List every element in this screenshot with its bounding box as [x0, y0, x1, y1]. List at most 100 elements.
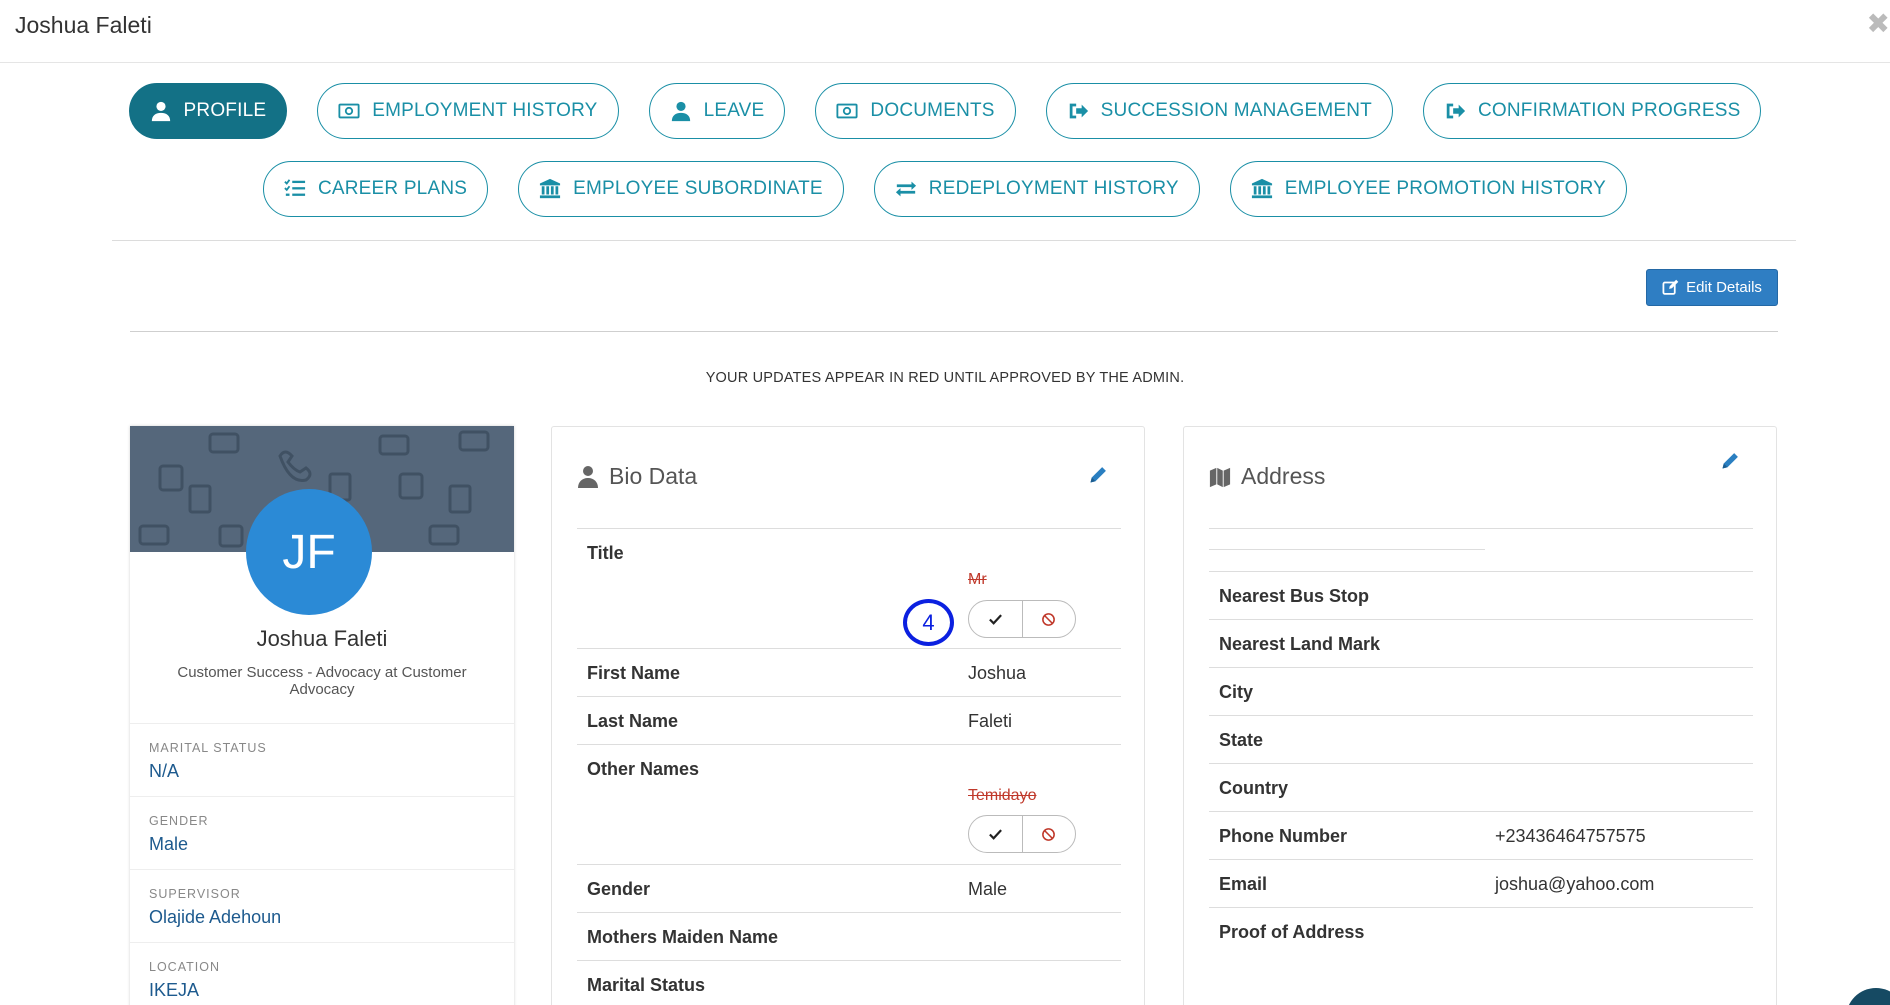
- address-row-nearest-bus-stop: Nearest Bus Stop: [1209, 571, 1753, 619]
- annotation-badge: 4: [903, 599, 954, 646]
- avatar: JF: [246, 489, 372, 615]
- exchange-icon: [895, 181, 916, 197]
- row-value: Joshua: [968, 663, 1027, 683]
- row-label: City: [1219, 682, 1254, 702]
- ban-icon: [1042, 827, 1056, 841]
- bio-row-gender: Gender Male: [577, 864, 1121, 912]
- bio-row-first-name: First Name Joshua: [577, 648, 1121, 696]
- profile-field-gender: GENDER Male: [130, 796, 514, 869]
- tab-profile[interactable]: PROFILE: [128, 83, 288, 139]
- tabs-row-secondary: CAREER PLANS EMPLOYEE SUBORDINATE REDEPL…: [0, 161, 1890, 217]
- profile-field-location: LOCATION IKEJA: [130, 942, 514, 1005]
- profile-role: Customer Success - Advocacy at Customer …: [177, 664, 467, 698]
- tab-label: SUCCESSION MANAGEMENT: [1100, 100, 1372, 121]
- bank-icon: [1251, 178, 1272, 199]
- field-value: Olajide Adehoun: [149, 907, 282, 927]
- address-row-state: State: [1209, 715, 1753, 763]
- close-icon[interactable]: ✖: [1867, 10, 1890, 38]
- sign-out-icon: [1446, 103, 1466, 119]
- pencil-icon[interactable]: [1720, 451, 1740, 471]
- address-row-nearest-land-mark: Nearest Land Mark: [1209, 619, 1753, 667]
- approval-button-group: [968, 600, 1076, 638]
- divider: [130, 331, 1778, 332]
- reject-button[interactable]: [1021, 816, 1076, 852]
- address-row-country: Country: [1209, 763, 1753, 811]
- tab-label: CONFIRMATION PROGRESS: [1477, 100, 1741, 121]
- tab-label: LEAVE: [703, 100, 765, 121]
- money-icon: [338, 103, 360, 119]
- bio-row-title: Title Mr 4: [577, 528, 1121, 648]
- tabs-row-primary: PROFILE EMPLOYMENT HISTORY LEAVE DOCUMEN…: [0, 83, 1890, 139]
- row-label: Country: [1219, 778, 1288, 798]
- profile-field-supervisor: SUPERVISOR Olajide Adehoun: [130, 869, 514, 942]
- user-icon: [151, 101, 170, 122]
- row-label: State: [1219, 730, 1264, 750]
- bio-row-last-name: Last Name Faleti: [577, 696, 1121, 744]
- divider: [1209, 528, 1753, 529]
- approve-button[interactable]: [969, 816, 1022, 852]
- user-icon: [578, 465, 598, 488]
- row-value: joshua@yahoo.com: [1495, 874, 1655, 894]
- check-icon: [988, 828, 1002, 840]
- sign-out-icon: [1069, 103, 1088, 119]
- address-row-email: Email joshua@yahoo.com: [1209, 859, 1753, 907]
- row-label: Nearest Land Mark: [1219, 634, 1381, 654]
- tab-redeployment-history[interactable]: REDEPLOYMENT HISTORY: [873, 161, 1200, 217]
- user-icon: [671, 101, 690, 122]
- bio-row-mothers-maiden-name: Mothers Maiden Name: [577, 912, 1121, 960]
- tab-label: PROFILE: [183, 100, 267, 121]
- tab-employee-promotion-history[interactable]: EMPLOYEE PROMOTION HISTORY: [1229, 161, 1628, 217]
- approve-button[interactable]: [969, 601, 1022, 637]
- field-label: SUPERVISOR: [149, 887, 241, 901]
- bio-row-marital-status: Marital Status: [577, 960, 1121, 1005]
- tab-label: DOCUMENTS: [870, 100, 995, 121]
- tab-label: EMPLOYEE PROMOTION HISTORY: [1284, 178, 1607, 199]
- tab-label: REDEPLOYMENT HISTORY: [928, 178, 1179, 199]
- profile-card: JF Joshua Faleti Customer Success - Advo…: [130, 426, 514, 1005]
- approval-notice: YOUR UPDATES APPEAR IN RED UNTIL APPROVE…: [705, 370, 1185, 386]
- bank-icon: [540, 178, 561, 199]
- row-label: First Name: [587, 663, 681, 683]
- divider: [112, 240, 1796, 241]
- reject-button[interactable]: [1021, 601, 1076, 637]
- field-label: LOCATION: [149, 960, 220, 974]
- address-row-city: City: [1209, 667, 1753, 715]
- profile-field-marital-status: MARITAL STATUS N/A: [130, 723, 514, 796]
- edit-details-label: Edit Details: [1686, 279, 1762, 296]
- field-value: IKEJA: [149, 980, 200, 1000]
- tab-employment-history[interactable]: EMPLOYMENT HISTORY: [317, 83, 619, 139]
- tab-succession-management[interactable]: SUCCESSION MANAGEMENT: [1045, 83, 1393, 139]
- tab-confirmation-progress[interactable]: CONFIRMATION PROGRESS: [1422, 83, 1762, 139]
- tab-documents[interactable]: DOCUMENTS: [815, 83, 1016, 139]
- bio-data-panel: Bio Data Title Mr 4 First Name Joshua La…: [551, 426, 1145, 1005]
- row-label: Mothers Maiden Name: [587, 927, 779, 947]
- modal-title: Joshua Faleti: [15, 12, 152, 38]
- field-value: Male: [149, 834, 189, 854]
- modal-header: Joshua Faleti ✖: [0, 0, 1890, 63]
- field-value: N/A: [149, 761, 180, 781]
- row-label: Proof of Address: [1219, 922, 1365, 942]
- bio-row-other-names: Other Names Temidayo: [577, 744, 1121, 864]
- tab-leave[interactable]: LEAVE: [648, 83, 786, 139]
- pencil-icon[interactable]: [1088, 465, 1108, 485]
- tab-employee-subordinate[interactable]: EMPLOYEE SUBORDINATE: [518, 161, 844, 217]
- tab-label: EMPLOYEE SUBORDINATE: [573, 178, 823, 199]
- row-label: Marital Status: [587, 975, 706, 995]
- address-row-proof-of-address: Proof of Address: [1209, 907, 1753, 967]
- row-label: Nearest Bus Stop: [1219, 586, 1370, 606]
- row-label: Gender: [587, 879, 651, 899]
- approval-button-group: [968, 815, 1076, 853]
- address-panel: Address Nearest Bus Stop Nearest Land Ma…: [1183, 426, 1777, 1005]
- tab-career-plans[interactable]: CAREER PLANS: [262, 161, 489, 217]
- divider: [1209, 549, 1485, 550]
- address-heading: Address: [1209, 463, 1325, 490]
- field-label: MARITAL STATUS: [149, 741, 267, 755]
- edit-details-button[interactable]: Edit Details: [1646, 269, 1778, 306]
- panel-title: Bio Data: [609, 463, 698, 489]
- tab-label: EMPLOYMENT HISTORY: [372, 100, 598, 121]
- panel-title: Address: [1241, 463, 1326, 489]
- row-label: Email: [1219, 874, 1268, 894]
- list-check-icon: [284, 179, 306, 196]
- chat-widget-button[interactable]: [1846, 988, 1890, 1005]
- pending-value: Temidayo: [968, 787, 1037, 804]
